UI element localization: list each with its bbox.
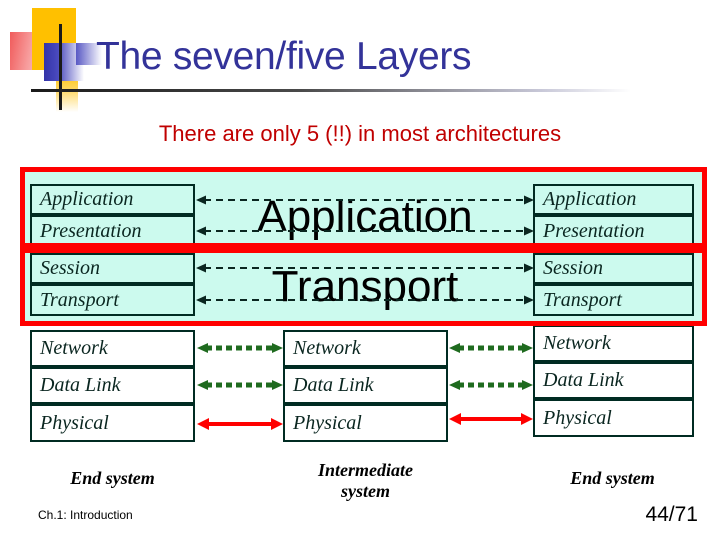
middle-layer-physical[interactable]: Physical xyxy=(283,404,448,442)
highlight-transport-layer-group xyxy=(20,248,707,326)
left-layer-network[interactable]: Network xyxy=(30,330,195,367)
layer-label: Network xyxy=(40,337,108,359)
layer-label: Physical xyxy=(543,406,612,429)
osi-layer-diagram: Application Presentation Session Transpo… xyxy=(0,0,720,540)
footer-chapter-label: Ch.1: Introduction xyxy=(38,508,133,522)
layer-label: Network xyxy=(293,337,361,359)
right-layer-data-link[interactable]: Data Link xyxy=(533,362,694,399)
caption-left-end-system: End system xyxy=(70,468,155,488)
caption-line-2: system xyxy=(341,480,390,501)
layer-label: Data Link xyxy=(543,369,624,391)
caption-line-1: Intermediate xyxy=(318,460,413,480)
middle-layer-data-link[interactable]: Data Link xyxy=(283,367,448,404)
middle-layer-network[interactable]: Network xyxy=(283,330,448,367)
highlight-application-layer-group xyxy=(20,167,707,248)
right-layer-physical[interactable]: Physical xyxy=(533,399,694,437)
arrow-network-left-hop xyxy=(197,342,283,354)
layer-label: Data Link xyxy=(40,374,121,396)
caption-middle-intermediate-system: Intermediate system xyxy=(273,460,458,501)
arrow-data-link-left-hop xyxy=(197,379,283,391)
slide-canvas: The seven/five Layers There are only 5 (… xyxy=(0,0,720,540)
arrow-physical-right-hop xyxy=(449,412,533,426)
caption-right-end-system: End system xyxy=(570,468,655,488)
layer-label: Data Link xyxy=(293,374,374,396)
right-layer-network[interactable]: Network xyxy=(533,325,694,362)
page-number-label: 44/71 xyxy=(645,503,698,526)
left-layer-data-link[interactable]: Data Link xyxy=(30,367,195,404)
arrow-data-link-right-hop xyxy=(449,379,533,391)
layer-label: Physical xyxy=(40,411,109,434)
left-layer-physical[interactable]: Physical xyxy=(30,404,195,442)
arrow-physical-left-hop xyxy=(197,417,283,431)
layer-label: Physical xyxy=(293,411,362,434)
layer-label: Network xyxy=(543,332,611,354)
arrow-network-right-hop xyxy=(449,342,533,354)
